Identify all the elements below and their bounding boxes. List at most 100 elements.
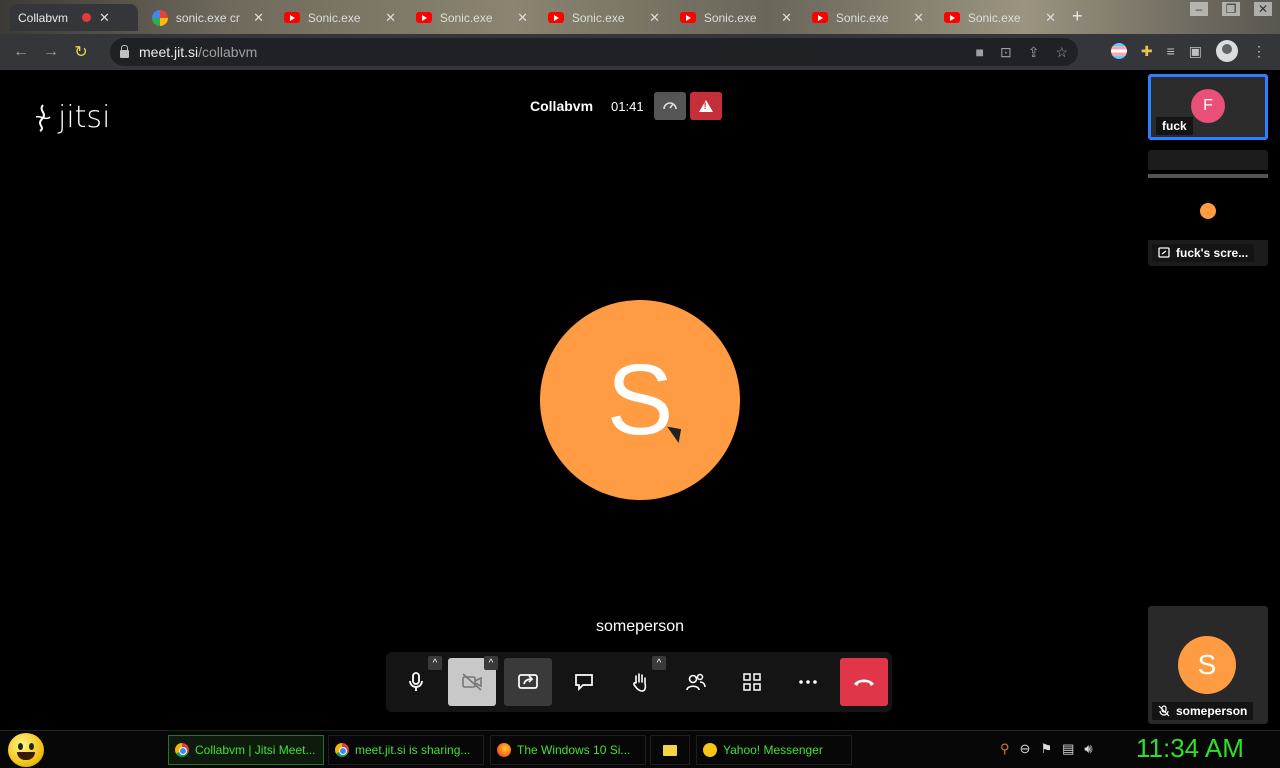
warning-button[interactable] (689, 92, 722, 120)
chrome-icon (175, 743, 189, 757)
task-collabvm[interactable]: Collabvm | Jitsi Meet... (168, 735, 324, 765)
youtube-icon (812, 12, 828, 23)
close-window-icon[interactable]: ✕ (1254, 2, 1272, 16)
tab-collabvm[interactable]: Collabvm ✕ (10, 4, 138, 31)
tile-view-icon (743, 673, 761, 691)
screen-share-preview (1148, 170, 1268, 240)
avatar-initial: S (606, 343, 674, 456)
tab-title: Collabvm (18, 10, 69, 25)
tab-youtube-3[interactable]: Sonic.exe ✕ (540, 4, 668, 31)
task-yahoo[interactable]: Yahoo! Messenger (696, 735, 852, 765)
thumbnail-name: fuck's scre... (1152, 244, 1255, 262)
volume-icon[interactable]: 🔊︎ (1084, 741, 1092, 757)
extension-flag-icon[interactable] (1110, 43, 1127, 59)
tab-youtube-6[interactable]: Sonic.exe ✕ (936, 4, 1064, 31)
flag-alert-icon[interactable]: ⚑ (1040, 741, 1052, 757)
youtube-icon (416, 12, 432, 23)
forward-icon[interactable]: → (36, 43, 66, 61)
thumbnail-screen-share[interactable]: fuck's scre... (1148, 150, 1268, 266)
connection-quality-button[interactable] (653, 92, 686, 120)
network-icon[interactable]: ▤ (1062, 741, 1074, 757)
tab-title: Sonic.exe (835, 10, 889, 25)
jitsi-logo-icon (35, 103, 51, 132)
room-name: Collabvm (530, 98, 594, 114)
yahoo-icon (703, 743, 717, 757)
tab-close-icon[interactable]: ✕ (517, 10, 528, 26)
install-app-icon[interactable]: ⊡ (1000, 44, 1012, 61)
more-actions-button[interactable] (784, 658, 832, 706)
tab-google[interactable]: sonic.exe cr ✕ (144, 4, 272, 31)
url-text: meet.jit.si/collabvm (139, 44, 257, 60)
task-firefox[interactable]: The Windows 10 Si... (490, 735, 646, 765)
tab-youtube-5[interactable]: Sonic.exe ✕ (804, 4, 932, 31)
extensions-puzzle-icon[interactable]: ✚ (1141, 43, 1153, 60)
restore-icon[interactable]: ❐ (1222, 2, 1240, 16)
address-bar[interactable]: meet.jit.si/collabvm ■ ⊡ ⇪ ☆ (110, 38, 1078, 66)
reactions-options-caret[interactable]: ^ (652, 656, 666, 670)
url-path: /collabvm (198, 44, 258, 60)
lock-icon[interactable] (120, 44, 129, 58)
share-screen-button[interactable] (504, 658, 552, 706)
main-participant-name: someperson (595, 618, 685, 635)
thumbnail-avatar: S (1178, 636, 1236, 694)
tab-youtube-4[interactable]: Sonic.exe ✕ (672, 4, 800, 31)
tab-close-icon[interactable]: ✕ (649, 10, 660, 26)
share-icon[interactable]: ⇪ (1028, 44, 1040, 61)
chat-button[interactable] (560, 658, 608, 706)
folder-icon (663, 744, 677, 756)
media-queue-icon[interactable]: ≡ (1167, 43, 1175, 59)
status-icon[interactable]: ⊖ (1020, 741, 1031, 757)
tab-close-icon[interactable]: ✕ (253, 10, 264, 26)
warning-icon (698, 100, 713, 112)
jitsi-logo[interactable]: jitsi (32, 100, 110, 135)
meeting-header: Collabvm 01:41 (530, 92, 722, 120)
tab-close-icon[interactable]: ✕ (1045, 10, 1056, 26)
main-participant-avatar: S (540, 300, 740, 500)
tab-title: sonic.exe cr (175, 10, 240, 25)
new-tab-icon[interactable]: + (1072, 6, 1083, 27)
reload-icon[interactable]: ↻ (66, 42, 96, 62)
camera-options-caret[interactable]: ^ (484, 656, 498, 670)
youtube-icon (680, 12, 696, 23)
thumbnail-name: fuck (1156, 117, 1193, 135)
side-panel-icon[interactable]: ▣ (1189, 43, 1202, 60)
tab-close-icon[interactable]: ✕ (913, 10, 924, 26)
back-icon[interactable]: ← (6, 43, 36, 61)
hangup-button[interactable] (840, 658, 888, 706)
gauge-icon (662, 102, 677, 110)
hangup-phone-icon (854, 679, 874, 686)
camera-in-use-icon[interactable]: ■ (976, 44, 984, 61)
tab-youtube-2[interactable]: Sonic.exe ✕ (408, 4, 536, 31)
tab-title: Sonic.exe (307, 10, 361, 25)
menu-kebab-icon[interactable]: ⋮ (1252, 43, 1266, 60)
task-label: Collabvm | Jitsi Meet... (195, 743, 316, 757)
start-smiley-icon[interactable] (8, 733, 44, 767)
thumbnail-local-participant[interactable]: S someperson (1148, 606, 1268, 724)
participants-button[interactable] (672, 658, 720, 706)
minimize-icon[interactable]: – (1190, 2, 1208, 16)
thumbnail-participant-f[interactable]: F fuck (1148, 74, 1268, 140)
extensions-area: ✚ ≡ ▣ ⋮ (1110, 40, 1266, 62)
microphone-options-caret[interactable]: ^ (428, 656, 442, 670)
tab-close-icon[interactable]: ✕ (781, 10, 792, 26)
task-folder[interactable] (650, 735, 690, 765)
tab-title: Sonic.exe (703, 10, 757, 25)
tab-close-icon[interactable]: ✕ (385, 10, 396, 26)
firefox-icon (497, 743, 511, 757)
tile-view-button[interactable] (728, 658, 776, 706)
os-taskbar: Collabvm | Jitsi Meet... meet.jit.si is … (0, 730, 1280, 768)
bookmark-star-icon[interactable]: ☆ (1055, 44, 1068, 61)
url-host: meet.jit.si (139, 44, 199, 60)
tab-close-icon[interactable]: ✕ (99, 10, 110, 26)
youtube-icon (284, 12, 300, 23)
search-icon[interactable]: ⚲ (1000, 741, 1010, 757)
task-label: Yahoo! Messenger (723, 743, 823, 757)
google-icon (152, 9, 168, 26)
profile-avatar-icon[interactable] (1216, 40, 1238, 62)
task-sharing[interactable]: meet.jit.si is sharing... (328, 735, 484, 765)
meeting-stage: jitsi Collabvm 01:41 S someperson (0, 70, 1280, 730)
system-clock[interactable]: 11:34 AM (1136, 733, 1244, 764)
tab-youtube-1[interactable]: Sonic.exe ✕ (276, 4, 404, 31)
youtube-icon (944, 12, 960, 23)
thumbnail-name: someperson (1152, 702, 1254, 720)
